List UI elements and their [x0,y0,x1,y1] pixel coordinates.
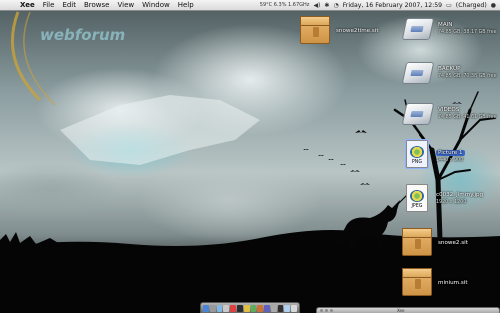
desktop-icon-jimmy-jpg[interactable]: JPEG c0032_Jimmy.jpg 1920 x 1200 [404,184,496,220]
hard-disk-icon [401,103,435,125]
dock-app-icon[interactable] [243,304,250,312]
minimize-button[interactable] [325,309,328,312]
wallpaper-logo-text: webforum [40,26,125,44]
dock-finder-icon[interactable] [203,304,209,312]
zoom-button[interactable] [330,309,333,312]
disk-name: MAIN [438,22,453,28]
disk-capacity: 74.85 GB, 41.61 GB free [438,115,497,120]
disk-name: VIDEOS [438,107,460,113]
menu-bar: Xee File Edit Browse View Window Help 59… [0,0,500,11]
desktop-icon-backup-disk[interactable]: BACKUP 74.85 GB, 70.38 GB free [400,62,497,92]
dock-app-icon[interactable] [209,304,216,312]
dock-app-icon[interactable] [264,304,270,312]
desktop-icon-minium[interactable]: minium.sit [402,268,494,298]
dock-mail-icon[interactable] [223,304,230,312]
dock-itunes-icon[interactable] [250,304,257,312]
file-name: Picture 1 [436,150,465,156]
dock-app-icon[interactable] [257,304,264,312]
file-name: c0032_Jimmy.jpg [436,192,484,198]
dock [200,302,300,313]
battery-status[interactable]: (Charged) [456,0,487,11]
hard-disk-icon [401,62,435,84]
dock-app-icon[interactable] [236,304,243,312]
window-controls [320,309,333,312]
desktop-icon-label: BACKUP 74.85 GB, 70.38 GB free [438,66,497,80]
desktop-icon-label: minium.sit [438,280,468,286]
spotlight-icon[interactable]: ● [491,0,496,11]
menu-browse[interactable]: Browse [80,0,114,11]
desktop-icon-label: snowe2.sit [438,240,468,246]
file-type-label: PNG [411,160,423,165]
archive-icon [300,16,330,44]
minimized-window-strip[interactable]: Xee [316,307,500,313]
image-dimensions: 1920 x 1200 [436,200,467,205]
jpeg-file-icon: JPEG [406,184,428,212]
dock-app-icon[interactable] [277,304,284,312]
desktop-icon-label: c0032_Jimmy.jpg 1920 x 1200 [436,192,483,206]
menu-extras: 59°C 6.3% 1.67GHz ◀) ✱ ◔ Friday, 16 Febr… [256,0,500,11]
menu-edit[interactable]: Edit [58,0,80,11]
menu-help[interactable]: Help [174,0,198,11]
png-file-icon: PNG [405,139,429,169]
image-dimensions: 1440 x 900 [436,158,464,163]
close-button[interactable] [320,309,323,312]
desktop-icon-label: MAIN 74.85 GB, 38.17 GB free [438,22,497,36]
disk-name: BACKUP [438,66,461,72]
dock-ical-icon[interactable] [230,304,236,312]
preview-icon [410,190,424,202]
desktop-icon-snowe2time[interactable]: snowe2time.sit [300,16,390,46]
desktop-icon-label: Picture 1 1440 x 900 [436,150,465,164]
wifi-icon[interactable]: ◔ [333,0,338,11]
menu-clock[interactable]: Friday, 16 February 2007, 12:59 [343,0,442,11]
window-title: Xee [397,308,405,313]
system-stats[interactable]: 59°C 6.3% 1.67GHz [260,0,310,11]
dock-app-icon[interactable] [284,304,291,312]
battery-icon[interactable]: ▭ [446,0,452,11]
bluetooth-icon[interactable]: ✱ [324,0,329,11]
menu-window[interactable]: Window [138,0,174,11]
hard-disk-icon [401,18,435,40]
archive-icon [402,268,432,296]
disk-capacity: 74.85 GB, 38.17 GB free [438,30,497,35]
desktop-icon-label: VIDEOS 74.85 GB, 41.61 GB free [438,107,497,121]
disk-capacity: 74.85 GB, 70.38 GB free [438,74,497,79]
file-type-label: JPEG [411,204,423,209]
volume-icon[interactable]: ◀) [313,0,320,11]
preview-icon [410,146,424,158]
desktop-icon-snowe2[interactable]: snowe2.sit [402,228,494,258]
app-menu-xee[interactable]: Xee [18,0,39,11]
dock-trash-icon[interactable] [291,304,297,312]
dock-app-icon[interactable] [270,304,277,312]
desktop-icon-main-disk[interactable]: MAIN 74.85 GB, 38.17 GB free [400,18,497,48]
menu-view[interactable]: View [114,0,139,11]
desktop-icon-picture1[interactable]: PNG Picture 1 1440 x 900 [404,139,496,176]
desktop-icon-videos-disk[interactable]: VIDEOS 74.85 GB, 41.61 GB free [400,103,497,133]
desktop-icon-label: snowe2time.sit [336,28,379,34]
menu-file[interactable]: File [39,0,59,11]
archive-icon [402,228,432,256]
dock-safari-icon[interactable] [216,304,223,312]
